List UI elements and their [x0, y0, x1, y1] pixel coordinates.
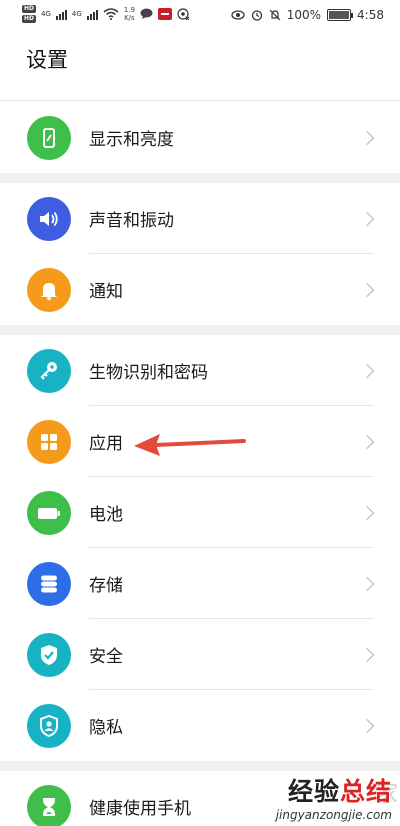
- settings-item-label: 通知: [89, 282, 123, 302]
- app-notification-icon: [157, 8, 172, 20]
- settings-item-label: 应用: [89, 434, 123, 454]
- net-speed: 1.9 K/s: [124, 6, 135, 22]
- settings-group-main: 生物识别和密码 应用 电池 存储 安全 隐私: [0, 335, 400, 761]
- message-icon: [140, 8, 153, 19]
- wifi-icon: [103, 8, 119, 20]
- hd-icon: HD: [22, 15, 37, 23]
- net-speed-value: 1.9: [123, 6, 135, 14]
- group-divider: [0, 325, 400, 335]
- chevron-right-icon: [359, 211, 375, 226]
- hourglass-icon: [27, 784, 71, 826]
- settings-item-storage[interactable]: 存储: [0, 548, 400, 619]
- status-left: HD HD 4G 4G 1.9 K/s: [22, 5, 190, 23]
- signal-2-label: 4G: [71, 10, 82, 18]
- shield-check-icon: [27, 632, 71, 677]
- settings-group-display: 显示和亮度: [0, 102, 400, 173]
- chevron-right-icon: [359, 505, 375, 520]
- apps-grid-icon: [27, 419, 71, 464]
- watermark-cn-1: 经验: [287, 777, 340, 806]
- eye-icon: [231, 10, 245, 20]
- settings-item-label: 健康使用手机: [89, 799, 191, 819]
- watermark-url: jingyanzongjie.com: [275, 808, 392, 822]
- settings-item-notifications[interactable]: 通知: [0, 254, 400, 325]
- settings-item-sound[interactable]: 声音和振动: [0, 183, 400, 254]
- mute-icon: [269, 9, 281, 21]
- chevron-right-icon: [359, 130, 375, 145]
- settings-group-sound: 声音和振动 通知: [0, 183, 400, 325]
- watermark-cn-2: 总结: [339, 777, 392, 806]
- settings-item-biometrics[interactable]: 生物识别和密码: [0, 335, 400, 406]
- hd-badges: HD HD: [22, 5, 37, 23]
- status-right: 100% 4:58: [231, 8, 384, 22]
- battery-percent: 100%: [286, 8, 322, 22]
- net-speed-unit: K/s: [124, 14, 135, 22]
- chevron-right-icon: [359, 282, 375, 297]
- settings-item-battery[interactable]: 电池: [0, 477, 400, 548]
- settings-item-label: 隐私: [89, 718, 123, 738]
- settings-item-label: 电池: [89, 505, 123, 525]
- settings-item-label: 安全: [89, 647, 123, 667]
- chevron-right-icon: [359, 647, 375, 662]
- key-icon: [27, 348, 71, 393]
- battery-icon: [27, 490, 71, 535]
- settings-item-security[interactable]: 安全: [0, 619, 400, 690]
- settings-item-label: 存储: [89, 576, 123, 596]
- settings-item-label: 生物识别和密码: [89, 363, 208, 383]
- battery-status-icon: [327, 9, 354, 21]
- page-title: 设置: [26, 48, 68, 72]
- chevron-right-icon: [359, 434, 375, 449]
- hd-icon: HD: [22, 5, 37, 13]
- storage-icon: [27, 561, 71, 606]
- speaker-icon: [27, 196, 71, 241]
- watermark: 经验总结 jingyanzongjie.com: [276, 772, 392, 822]
- group-divider: [0, 761, 400, 771]
- bell-icon: [27, 267, 71, 312]
- settings-item-label: 显示和亮度: [89, 130, 174, 150]
- chevron-right-icon: [359, 718, 375, 733]
- chevron-right-icon: [359, 363, 375, 378]
- status-bar: HD HD 4G 4G 1.9 K/s 100% 4:58: [0, 0, 400, 32]
- settings-item-privacy[interactable]: 隐私: [0, 690, 400, 761]
- clock: 4:58: [357, 8, 384, 22]
- signal-1-label: 4G: [41, 10, 51, 18]
- header-divider: [0, 100, 400, 101]
- signal-icon: [86, 9, 98, 20]
- group-divider: [0, 173, 400, 183]
- hotspot-icon: [177, 8, 190, 20]
- settings-item-label: 声音和振动: [89, 211, 174, 231]
- signal-icon: [55, 9, 67, 20]
- watermark-title: 经验总结: [276, 772, 392, 808]
- chevron-right-icon: [359, 576, 375, 591]
- annotation-arrow: [134, 434, 246, 456]
- settings-item-display[interactable]: 显示和亮度: [0, 102, 400, 173]
- phone-icon: [27, 115, 71, 160]
- alarm-icon: [251, 10, 262, 21]
- privacy-shield-icon: [27, 703, 71, 748]
